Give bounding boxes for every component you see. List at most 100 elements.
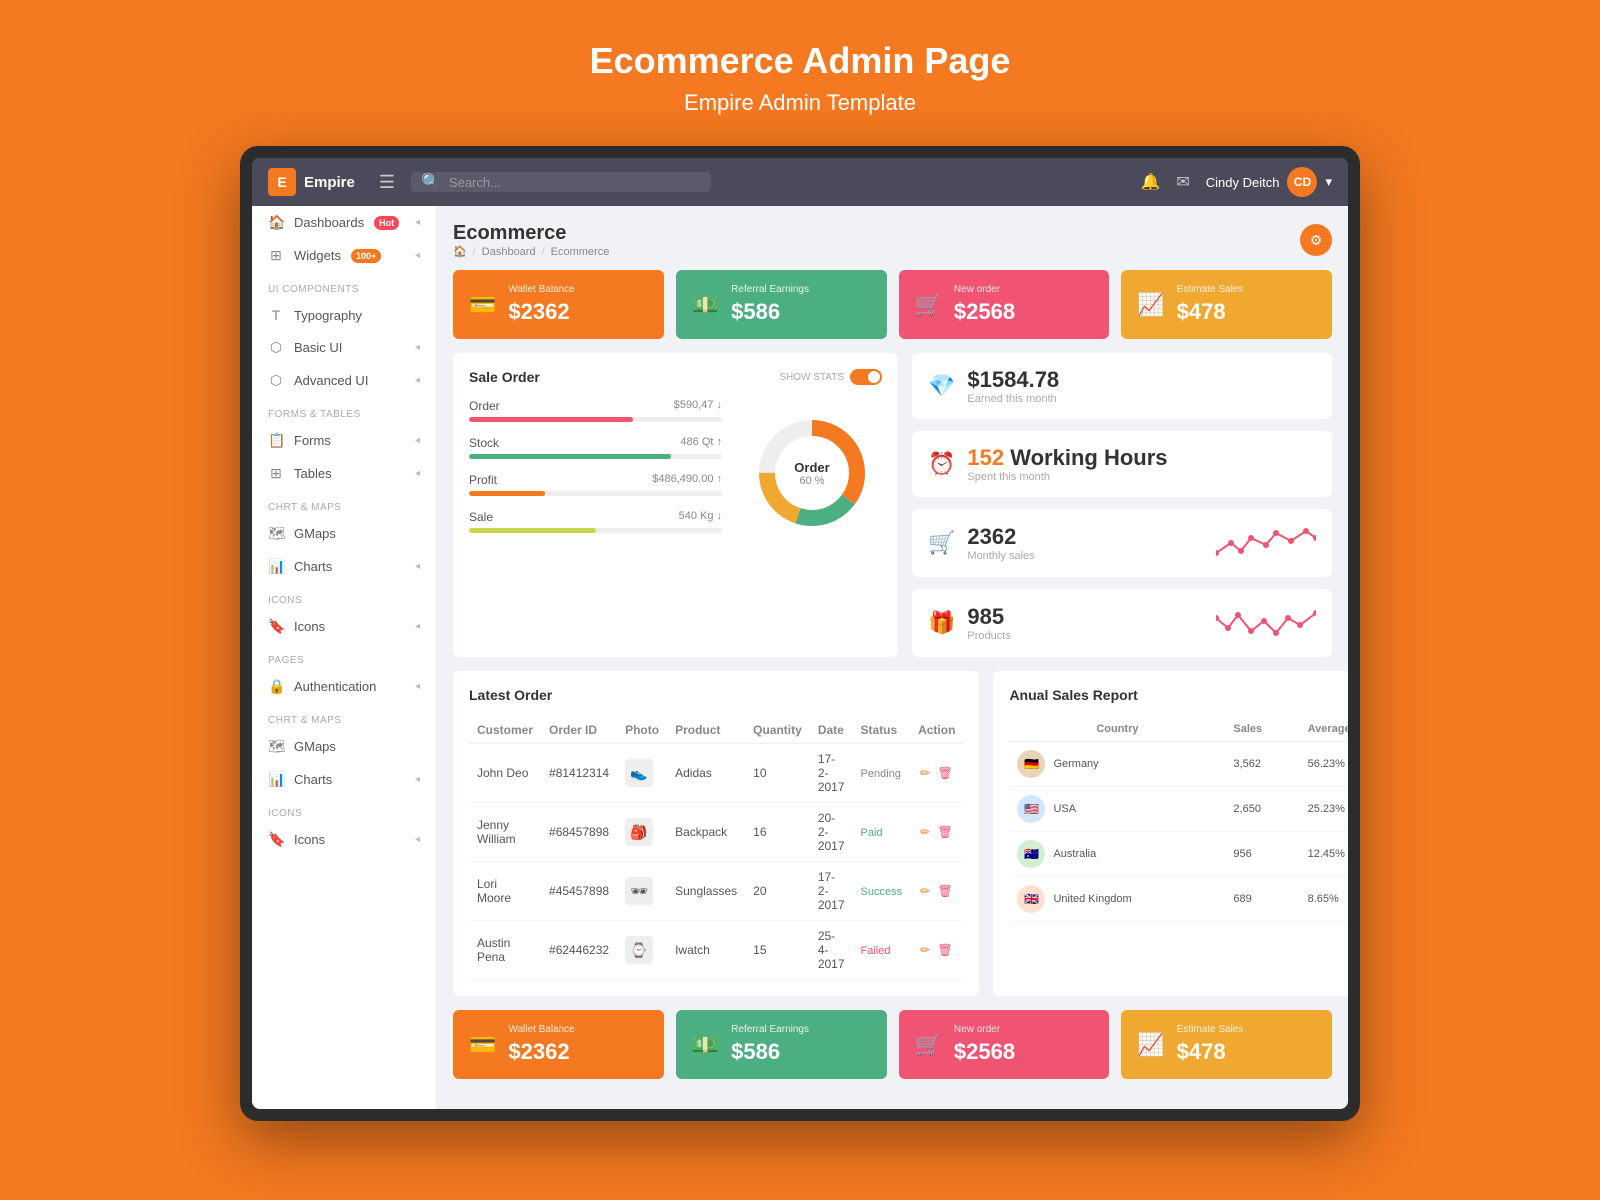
wallet-label-b: Wallet Balance	[508, 1024, 574, 1035]
average-value: 25.23%	[1300, 787, 1348, 832]
section-label-pages: Pages	[252, 643, 436, 670]
mini-stat-monthly-sales: 🛒 2362 Monthly sales	[912, 509, 1332, 577]
products-sparkline	[1216, 603, 1316, 643]
referral-value: $586	[731, 299, 809, 325]
sidebar-item-gmaps1[interactable]: 🗺 GMaps	[252, 517, 436, 550]
sidebar-item-widgets[interactable]: ⊞ Widgets 100+ ◂	[252, 239, 436, 272]
annual-sales-card: Anual Sales Report Country Sales Average	[993, 671, 1348, 996]
delete-button[interactable]: 🗑	[936, 823, 955, 841]
sidebar-item-typography[interactable]: T Typography	[252, 299, 436, 331]
user-info[interactable]: Cindy Deitch CD ▾	[1206, 167, 1332, 197]
wallet-value-b: $2362	[508, 1039, 574, 1065]
diamond-icon: 💎	[928, 373, 955, 399]
sidebar-label-dashboards: Dashboards	[294, 215, 364, 230]
settings-button[interactable]: ⚙	[1300, 224, 1332, 256]
sale-order-header: Sale Order SHOW STATS	[469, 369, 882, 385]
stat-cards-row: 💳 Wallet Balance $2362 💵 Referral Earnin…	[453, 270, 1332, 339]
hamburger-icon[interactable]: ☰	[379, 172, 395, 193]
sidebar-item-tables[interactable]: ⊞ Tables ◂	[252, 457, 436, 490]
delete-button[interactable]: 🗑	[936, 941, 955, 959]
sidebar-item-charts1[interactable]: 📊 Charts ◂	[252, 550, 436, 583]
neworder-value: $2568	[954, 299, 1015, 325]
col-sales: Sales	[1225, 717, 1299, 742]
status-badge: Success	[861, 886, 903, 898]
date: 17-2-2017	[810, 862, 853, 921]
country-cell: 🇦🇺 Australia	[1009, 832, 1225, 877]
sale-order-bars: Order $590,47 ↓ Stock 486 Qt ↑	[469, 399, 722, 547]
delete-button[interactable]: 🗑	[936, 764, 955, 782]
sidebar-label-gmaps2: GMaps	[294, 739, 336, 754]
show-stats-label: SHOW STATS	[779, 372, 844, 383]
bar-label-profit: Profit	[469, 473, 497, 487]
sidebar-item-authentication[interactable]: 🔒 Authentication ◂	[252, 670, 436, 703]
edit-button[interactable]: ✏	[918, 823, 932, 841]
status-badge: Paid	[861, 827, 883, 839]
hours-value: 152 Working Hours	[967, 445, 1167, 471]
edit-button[interactable]: ✏	[918, 941, 932, 959]
chevron-tables: ◂	[415, 468, 420, 479]
sidebar-item-advanced-ui[interactable]: ⬡ Advanced UI ◂	[252, 364, 436, 397]
product-name: Backpack	[667, 803, 745, 862]
hours-number: 152	[967, 445, 1004, 470]
product-name: Iwatch	[667, 921, 745, 980]
customer-name: John Deo	[469, 744, 541, 803]
country-name: USA	[1053, 803, 1076, 815]
product-photo: 🕶	[617, 862, 667, 921]
bottom-section: Latest Order Customer Order ID Photo Pro…	[453, 671, 1332, 996]
breadcrumb: 🏠 / Dashboard / Ecommerce	[453, 245, 609, 258]
bar-value-profit: $486,490.00 ↑	[652, 473, 722, 487]
delete-button[interactable]: 🗑	[936, 882, 955, 900]
sales-value: 2,650	[1225, 787, 1299, 832]
sidebar-label-charts2: Charts	[294, 772, 332, 787]
search-bar: 🔍	[411, 172, 711, 192]
chevron-forms: ◂	[415, 435, 420, 446]
mini-stat-earned: 💎 $1584.78 Earned this month	[912, 353, 1332, 419]
sidebar-item-basic-ui[interactable]: ⬡ Basic UI ◂	[252, 331, 436, 364]
estimate-icon-b: 📈	[1137, 1032, 1164, 1058]
icons-icon1: 🔖	[268, 618, 284, 635]
status-badge: Failed	[861, 945, 891, 957]
table-row: 🇦🇺 Australia 956 12.45%	[1009, 832, 1348, 877]
search-input[interactable]	[449, 175, 701, 190]
breadcrumb-ecommerce: Ecommerce	[551, 246, 610, 258]
toggle-switch[interactable]	[850, 369, 882, 385]
latest-order-title: Latest Order	[469, 687, 963, 703]
sidebar-item-icons2[interactable]: 🔖 Icons ◂	[252, 823, 436, 856]
estimate-label-b: Estimate Sales	[1177, 1024, 1244, 1035]
estimate-icon: 📈	[1137, 292, 1164, 318]
sidebar-label-icons2: Icons	[294, 832, 325, 847]
stat-card-estimate: 📈 Estimate Sales $478	[1121, 270, 1332, 339]
mini-stat-hours: ⏰ 152 Working Hours Spent this month	[912, 431, 1332, 497]
wallet-icon-b: 💳	[469, 1032, 496, 1058]
page-sub-title: Empire Admin Template	[590, 90, 1011, 116]
sidebar-item-charts2[interactable]: 📊 Charts ◂	[252, 763, 436, 796]
tables-icon: ⊞	[268, 465, 284, 482]
sidebar: 🏠 Dashboards Hot ◂ ⊞ Widgets 100+ ◂ UI C…	[252, 206, 437, 1109]
gmaps-icon2: 🗺	[268, 738, 284, 755]
average-value: 12.45%	[1300, 832, 1348, 877]
bar-profit: Profit $486,490.00 ↑	[469, 473, 722, 496]
sidebar-item-dashboards[interactable]: 🏠 Dashboards Hot ◂	[252, 206, 436, 239]
bar-label-order: Order	[469, 399, 500, 413]
edit-button[interactable]: ✏	[918, 882, 932, 900]
donut-label: Order	[794, 460, 829, 475]
products-value: 985	[967, 604, 1010, 630]
user-name: Cindy Deitch	[1206, 175, 1280, 190]
sidebar-item-icons1[interactable]: 🔖 Icons ◂	[252, 610, 436, 643]
sidebar-badge-hot: Hot	[374, 216, 399, 230]
sidebar-item-forms[interactable]: 📋 Forms ◂	[252, 424, 436, 457]
average-value: 8.65%	[1300, 877, 1348, 922]
bar-stock: Stock 486 Qt ↑	[469, 436, 722, 459]
table-row: 🇬🇧 United Kingdom 689 8.65%	[1009, 877, 1348, 922]
actions: ✏ 🗑	[910, 921, 963, 980]
sidebar-item-gmaps2[interactable]: 🗺 GMaps	[252, 730, 436, 763]
col-photo: Photo	[617, 717, 667, 744]
donut-chart: Order 60 %	[742, 399, 882, 547]
charts-icon1: 📊	[268, 558, 284, 575]
bell-icon[interactable]: 🔔	[1140, 172, 1160, 192]
quantity: 16	[745, 803, 810, 862]
referral-value-b: $586	[731, 1039, 809, 1065]
mail-icon[interactable]: ✉	[1176, 172, 1189, 192]
customer-name: Austin Pena	[469, 921, 541, 980]
edit-button[interactable]: ✏	[918, 764, 932, 782]
